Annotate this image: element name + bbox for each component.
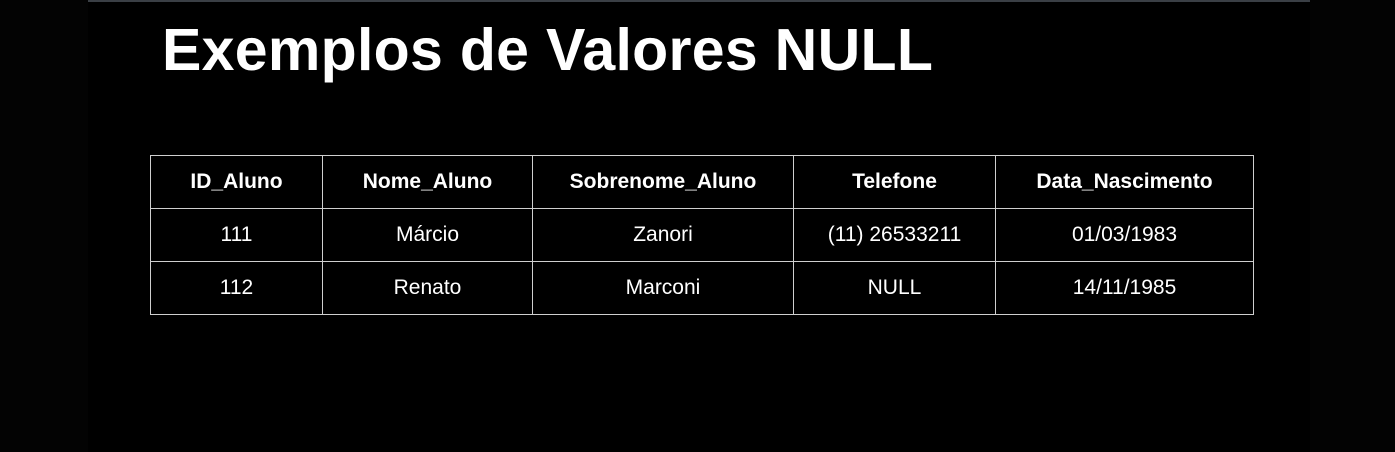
table-cell: 112 <box>150 261 323 315</box>
table-cell: Renato <box>322 261 533 315</box>
table-row: 112 Renato Marconi NULL 14/11/1985 <box>150 261 1254 315</box>
table-cell: NULL <box>793 261 996 315</box>
slide: Exemplos de Valores NULL ID_Aluno Nome_A… <box>88 0 1310 452</box>
column-header: Data_Nascimento <box>995 155 1254 209</box>
table-cell: Márcio <box>322 208 533 262</box>
table-cell: Zanori <box>532 208 794 262</box>
table-row: 111 Márcio Zanori (11) 26533211 01/03/19… <box>150 208 1254 262</box>
table-cell: (11) 26533211 <box>793 208 996 262</box>
column-header: Sobrenome_Aluno <box>532 155 794 209</box>
students-table: ID_Aluno Nome_Aluno Sobrenome_Aluno Tele… <box>150 155 1254 315</box>
table-cell: 14/11/1985 <box>995 261 1254 315</box>
table-cell: 01/03/1983 <box>995 208 1254 262</box>
column-header: ID_Aluno <box>150 155 323 209</box>
table-header-row: ID_Aluno Nome_Aluno Sobrenome_Aluno Tele… <box>150 155 1254 209</box>
table-cell: Marconi <box>532 261 794 315</box>
table-cell: 111 <box>150 208 323 262</box>
column-header: Nome_Aluno <box>322 155 533 209</box>
column-header: Telefone <box>793 155 996 209</box>
slide-title: Exemplos de Valores NULL <box>162 17 934 83</box>
